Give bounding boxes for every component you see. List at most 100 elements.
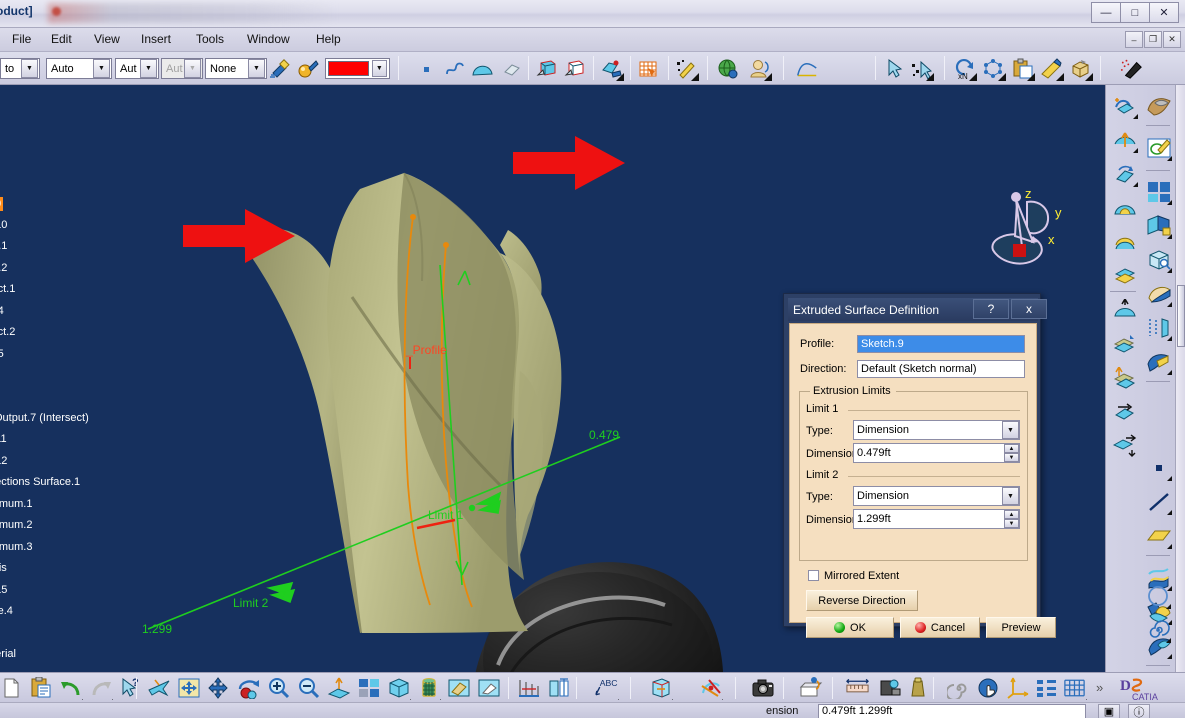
limit2-type-combo[interactable]: Dimension ▼ <box>853 486 1020 506</box>
dropdown-arrow-icon[interactable] <box>1166 542 1172 549</box>
dropdown-arrow-icon[interactable] <box>108 696 113 700</box>
statusbar-value-field[interactable]: 0.479ft 1.299ft <box>818 704 1086 718</box>
material-cylinder-icon[interactable] <box>416 676 441 700</box>
hide-show-icon[interactable] <box>446 676 471 700</box>
mdi-close-icon[interactable]: ✕ <box>1163 31 1181 48</box>
dialog-close-button[interactable]: x <box>1011 299 1047 319</box>
plane-surface-icon[interactable] <box>1146 213 1172 239</box>
assembly-box-icon[interactable] <box>1069 57 1093 81</box>
dropdown-arrow-icon[interactable] <box>1027 73 1035 81</box>
plane-element-icon[interactable] <box>1146 523 1172 549</box>
fill-surface-icon[interactable] <box>1112 297 1138 323</box>
multi-view-icon[interactable] <box>356 676 381 700</box>
dropdown-arrow-icon[interactable] <box>926 73 934 81</box>
minimize-icon[interactable]: — <box>1091 2 1121 23</box>
magic-wand-icon[interactable] <box>675 57 699 81</box>
chevron-down-icon[interactable]: ▼ <box>21 59 38 78</box>
spiral-element-icon[interactable] <box>1145 617 1171 643</box>
dropdown-arrow-icon[interactable] <box>718 696 723 700</box>
dropdown-arrow-icon[interactable] <box>614 696 619 700</box>
zoom-in-icon[interactable] <box>266 676 291 700</box>
tree-item-15[interactable]: tremum.2 <box>0 518 34 532</box>
weight-measure-icon[interactable] <box>905 676 930 700</box>
mdi-restore-icon[interactable]: ❐ <box>1144 31 1162 48</box>
paste-clipboard-icon[interactable] <box>28 676 53 700</box>
tree-list-icon[interactable] <box>1034 676 1059 700</box>
preview-button[interactable]: Preview <box>986 617 1056 638</box>
cancel-button[interactable]: Cancel <box>900 617 980 638</box>
tree-item-10[interactable]: Output.7 (Intersect) <box>0 411 91 425</box>
free-form-surface-icon[interactable] <box>1146 93 1172 119</box>
dropdown-arrow-icon[interactable] <box>969 73 977 81</box>
fly-mode-icon[interactable] <box>146 676 171 700</box>
toolbar-overflow-icon[interactable]: » <box>1096 680 1103 695</box>
tree-item-0[interactable]: h.9 <box>0 197 4 211</box>
transform-surface-icon[interactable] <box>1112 399 1138 425</box>
chevron-down-icon[interactable]: ▼ <box>1002 487 1019 505</box>
spinner-down-icon[interactable]: ▼ <box>1004 519 1019 528</box>
thick-surface-icon[interactable] <box>500 57 524 81</box>
dropdown-arrow-icon[interactable] <box>1056 73 1064 81</box>
tree-item-16[interactable]: tremum.3 <box>0 540 34 554</box>
dropdown-arrow-icon[interactable] <box>436 696 441 700</box>
tree-item-18[interactable]: h.15 <box>0 583 9 597</box>
menu-tools[interactable]: Tools <box>190 32 230 46</box>
new-document-icon[interactable] <box>0 676 23 700</box>
trim-surface-icon[interactable] <box>1146 349 1172 375</box>
grid-sketch-icon[interactable] <box>637 57 661 81</box>
pattern-nodes-icon[interactable] <box>982 57 1006 81</box>
tree-item-14[interactable]: tremum.1 <box>0 497 34 511</box>
layer-combo[interactable]: None ▼ <box>205 58 267 79</box>
sketch-pen-icon[interactable] <box>1146 135 1172 161</box>
spray-render-icon[interactable] <box>1120 57 1144 81</box>
tree-item-21[interactable]: aterial <box>0 647 18 661</box>
measure-item-icon[interactable] <box>546 676 571 700</box>
linetype-combo[interactable]: Auto ▼ <box>46 58 112 79</box>
dropdown-arrow-icon[interactable] <box>1166 300 1172 307</box>
dropdown-arrow-icon[interactable] <box>668 696 673 700</box>
dropdown-arrow-icon[interactable] <box>1166 474 1172 481</box>
cylinder-surface-icon[interactable] <box>1112 229 1138 255</box>
swap-visible-space-icon[interactable] <box>476 676 501 700</box>
reverse-direction-button[interactable]: Reverse Direction <box>806 590 918 611</box>
menu-insert[interactable]: Insert <box>135 32 177 46</box>
dropdown-arrow-icon[interactable] <box>1166 232 1172 239</box>
status-info-button[interactable]: ⓘ <box>1128 704 1150 718</box>
spline-curve-icon[interactable] <box>443 57 467 81</box>
dropdown-arrow-icon[interactable] <box>616 73 624 81</box>
select-magic-icon[interactable] <box>910 57 934 81</box>
dropdown-arrow-icon[interactable] <box>406 696 411 700</box>
dropdown-arrow-icon[interactable] <box>1166 198 1172 205</box>
spinner-up-icon[interactable]: ▲ <box>1004 444 1019 453</box>
limit2-dimension-input[interactable]: 1.299ft ▲ ▼ <box>853 509 1020 529</box>
undo-icon[interactable] <box>58 676 83 700</box>
spiral-tool-icon[interactable] <box>946 676 971 700</box>
limit1-type-combo[interactable]: Dimension ▼ <box>853 420 1020 440</box>
join-surfaces-icon[interactable] <box>1112 331 1138 357</box>
dropdown-arrow-icon[interactable] <box>1166 266 1172 273</box>
split-surface-icon[interactable] <box>1112 365 1138 391</box>
tree-item-3[interactable]: de.2 <box>0 261 9 275</box>
menu-help[interactable]: Help <box>310 32 347 46</box>
menu-window[interactable]: Window <box>241 32 296 46</box>
manipulation-hand-icon[interactable] <box>976 676 1001 700</box>
dropdown-arrow-icon[interactable] <box>1166 334 1172 341</box>
direction-input[interactable]: Default (Sketch normal) <box>857 360 1025 378</box>
spinner-down-icon[interactable]: ▼ <box>1004 453 1019 462</box>
tree-item-12[interactable]: h.12 <box>0 454 9 468</box>
tree-item-2[interactable]: de.1 <box>0 239 9 253</box>
inertia-measure-icon[interactable] <box>877 676 902 700</box>
tree-item-13[interactable]: -sections Surface.1 <box>0 475 82 489</box>
mdi-minimize-icon[interactable]: – <box>1125 31 1143 48</box>
color-picker[interactable]: ▼ <box>325 58 390 79</box>
clash-analysis-icon[interactable] <box>698 676 723 700</box>
menu-file[interactable]: File <box>6 32 37 46</box>
menu-edit[interactable]: Edit <box>45 32 78 46</box>
chevron-down-icon[interactable]: ▼ <box>93 59 110 78</box>
select-arrow-icon[interactable] <box>883 57 907 81</box>
translate-surface-icon[interactable] <box>1112 433 1138 459</box>
grid-visualization-icon[interactable] <box>1062 676 1087 700</box>
chevron-down-icon[interactable]: ▼ <box>1002 421 1019 439</box>
dropdown-arrow-icon[interactable] <box>764 73 772 81</box>
point-icon[interactable] <box>415 57 439 81</box>
